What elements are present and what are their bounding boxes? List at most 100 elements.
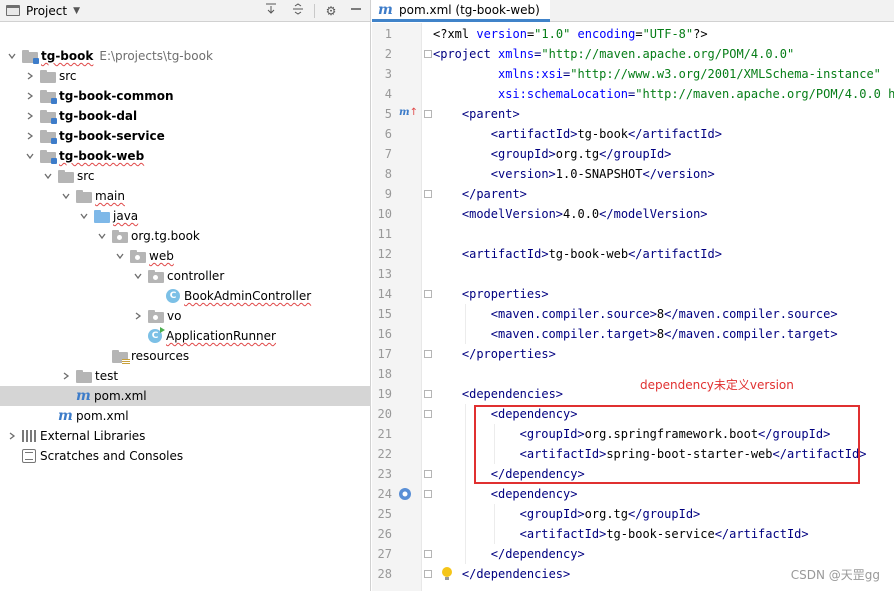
chevron-down-icon[interactable] <box>6 46 18 66</box>
fold-marker-icon[interactable] <box>424 390 432 398</box>
tab-pom-xml[interactable]: m pom.xml (tg-book-web) <box>372 0 550 22</box>
tree-row[interactable]: src <box>0 166 371 186</box>
tree-row[interactable]: src <box>0 66 371 86</box>
code-line[interactable]: <maven.compiler.target>8</maven.compiler… <box>491 324 838 344</box>
chevron-down-icon[interactable] <box>78 206 90 226</box>
tree-row[interactable]: web <box>0 246 371 266</box>
fold-marker-icon[interactable] <box>424 470 432 478</box>
tree-row[interactable]: java <box>0 206 371 226</box>
code-token: <groupId> <box>519 507 585 521</box>
code-line[interactable]: </parent> <box>462 184 527 204</box>
tree-item-label: controller <box>167 269 225 283</box>
annotation-text: dependency未定义version <box>640 378 794 392</box>
collapse-all-icon[interactable] <box>290 3 306 19</box>
tree-row[interactable]: External Libraries <box>0 426 371 446</box>
chevron-down-icon[interactable] <box>114 246 126 266</box>
code-token: <dependency> <box>490 487 578 501</box>
code-token: = <box>635 27 643 41</box>
chevron-right-icon[interactable] <box>24 86 36 106</box>
code-line[interactable]: <maven.compiler.source>8</maven.compiler… <box>491 304 838 324</box>
tree-row[interactable]: tg-book-service <box>0 126 371 146</box>
maven-parent-icon[interactable]: m↑ <box>399 107 418 118</box>
tree-row[interactable]: vo <box>0 306 371 326</box>
line-number: 4 <box>384 87 392 101</box>
tree-row[interactable]: tg-book-web <box>0 146 371 166</box>
chevron-down-icon[interactable] <box>96 226 108 246</box>
code-token: </maven.compiler.source> <box>664 307 838 321</box>
code-line[interactable]: <parent> <box>462 104 520 124</box>
code-line[interactable]: <artifactId>tg-book-service</artifactId> <box>520 524 809 544</box>
fold-marker-icon[interactable] <box>424 570 432 578</box>
tree-row[interactable]: m pom.xml <box>0 386 371 406</box>
fold-marker-icon[interactable] <box>424 350 432 358</box>
code-line[interactable]: <modelVersion>4.0.0</modelVersion> <box>462 204 708 224</box>
expand-all-icon[interactable] <box>263 3 279 19</box>
maven-icon: m <box>76 388 91 404</box>
tree-row[interactable]: m pom.xml <box>0 406 371 426</box>
code-token: tg-book <box>577 127 629 141</box>
tree-row[interactable]: C ApplicationRunner <box>0 326 371 346</box>
code-line[interactable]: xsi:schemaLocation="http://maven.apache.… <box>498 84 894 104</box>
module-folder-icon <box>40 89 57 104</box>
code-line[interactable]: <artifactId>tg-book-web</artifactId> <box>462 244 722 264</box>
code-line[interactable]: <?xml version="1.0" encoding="UTF-8"?> <box>433 24 708 44</box>
chevron-down-icon[interactable] <box>24 146 36 166</box>
dependency-gutter-icon[interactable] <box>398 487 412 504</box>
fold-marker-icon[interactable] <box>424 490 432 498</box>
code-area[interactable]: <?xml version="1.0" encoding="UTF-8"?> <p… <box>423 23 894 591</box>
hide-panel-icon[interactable] <box>348 3 364 19</box>
tree-row[interactable]: org.tg.book <box>0 226 371 246</box>
code-line[interactable]: <artifactId>tg-book</artifactId> <box>491 124 722 144</box>
fold-marker-icon[interactable] <box>424 50 432 58</box>
code-line[interactable]: </properties> <box>462 344 556 364</box>
code-line[interactable]: <version>1.0-SNAPSHOT</version> <box>491 164 715 184</box>
chevron-right-icon[interactable] <box>24 126 36 146</box>
fold-marker-icon[interactable] <box>424 190 432 198</box>
chevron-down-icon[interactable]: ▼ <box>73 6 80 16</box>
tree-row[interactable]: main <box>0 186 371 206</box>
code-token: xmlns <box>498 47 535 61</box>
fold-marker-icon[interactable] <box>424 110 432 118</box>
tree-row[interactable]: resources <box>0 346 371 366</box>
package-icon <box>148 269 164 283</box>
tree-item-label: tg-book <box>41 49 94 63</box>
code-line[interactable]: <properties> <box>462 284 549 304</box>
tree-row[interactable]: tg-book E:\projects\tg-book <box>0 46 371 66</box>
chevron-right-icon[interactable] <box>24 106 36 126</box>
chevron-right-icon[interactable] <box>60 366 72 386</box>
code-line[interactable]: <dependency> <box>491 484 578 504</box>
tree-row[interactable]: Scratches and Consoles <box>0 446 371 466</box>
tree-row[interactable]: tg-book-common <box>0 86 371 106</box>
line-number: 25 <box>377 507 392 521</box>
tree-row[interactable]: test <box>0 366 371 386</box>
code-line[interactable]: <dependencies> <box>462 384 563 404</box>
tree-row[interactable]: C BookAdminController <box>0 286 371 306</box>
code-token: <groupId> <box>490 147 556 161</box>
gear-icon[interactable]: ⚙ <box>323 3 339 19</box>
chevron-right-icon[interactable] <box>132 306 144 326</box>
code-token: <artifactId> <box>461 247 549 261</box>
chevron-right-icon[interactable] <box>24 66 36 86</box>
code-line[interactable]: </dependency> <box>491 544 585 564</box>
fold-marker-icon[interactable] <box>424 290 432 298</box>
chevron-down-icon[interactable] <box>42 166 54 186</box>
code-token: <?xml <box>433 27 477 41</box>
intention-bulb-icon[interactable] <box>441 566 453 585</box>
tree-row[interactable]: tg-book-dal <box>0 106 371 126</box>
tree-row[interactable]: controller <box>0 266 371 286</box>
fold-marker-icon[interactable] <box>424 410 432 418</box>
code-token: </modelVersion> <box>599 207 708 221</box>
tree-item-label: pom.xml <box>94 389 147 403</box>
code-line[interactable]: xmlns:xsi="http://www.w3.org/2001/XMLSch… <box>498 64 881 84</box>
resources-folder-icon <box>112 349 130 365</box>
project-panel-title[interactable]: Project <box>26 4 67 18</box>
code-token: <artifactId> <box>519 527 607 541</box>
fold-marker-icon[interactable] <box>424 550 432 558</box>
chevron-down-icon[interactable] <box>60 186 72 206</box>
code-line[interactable]: <groupId>org.tg</groupId> <box>491 144 672 164</box>
code-line[interactable]: <project xmlns="http://maven.apache.org/… <box>433 44 794 64</box>
code-line[interactable]: <groupId>org.tg</groupId> <box>520 504 701 524</box>
chevron-right-icon[interactable] <box>6 426 18 446</box>
code-line[interactable]: </dependencies> <box>462 564 570 584</box>
chevron-down-icon[interactable] <box>132 266 144 286</box>
